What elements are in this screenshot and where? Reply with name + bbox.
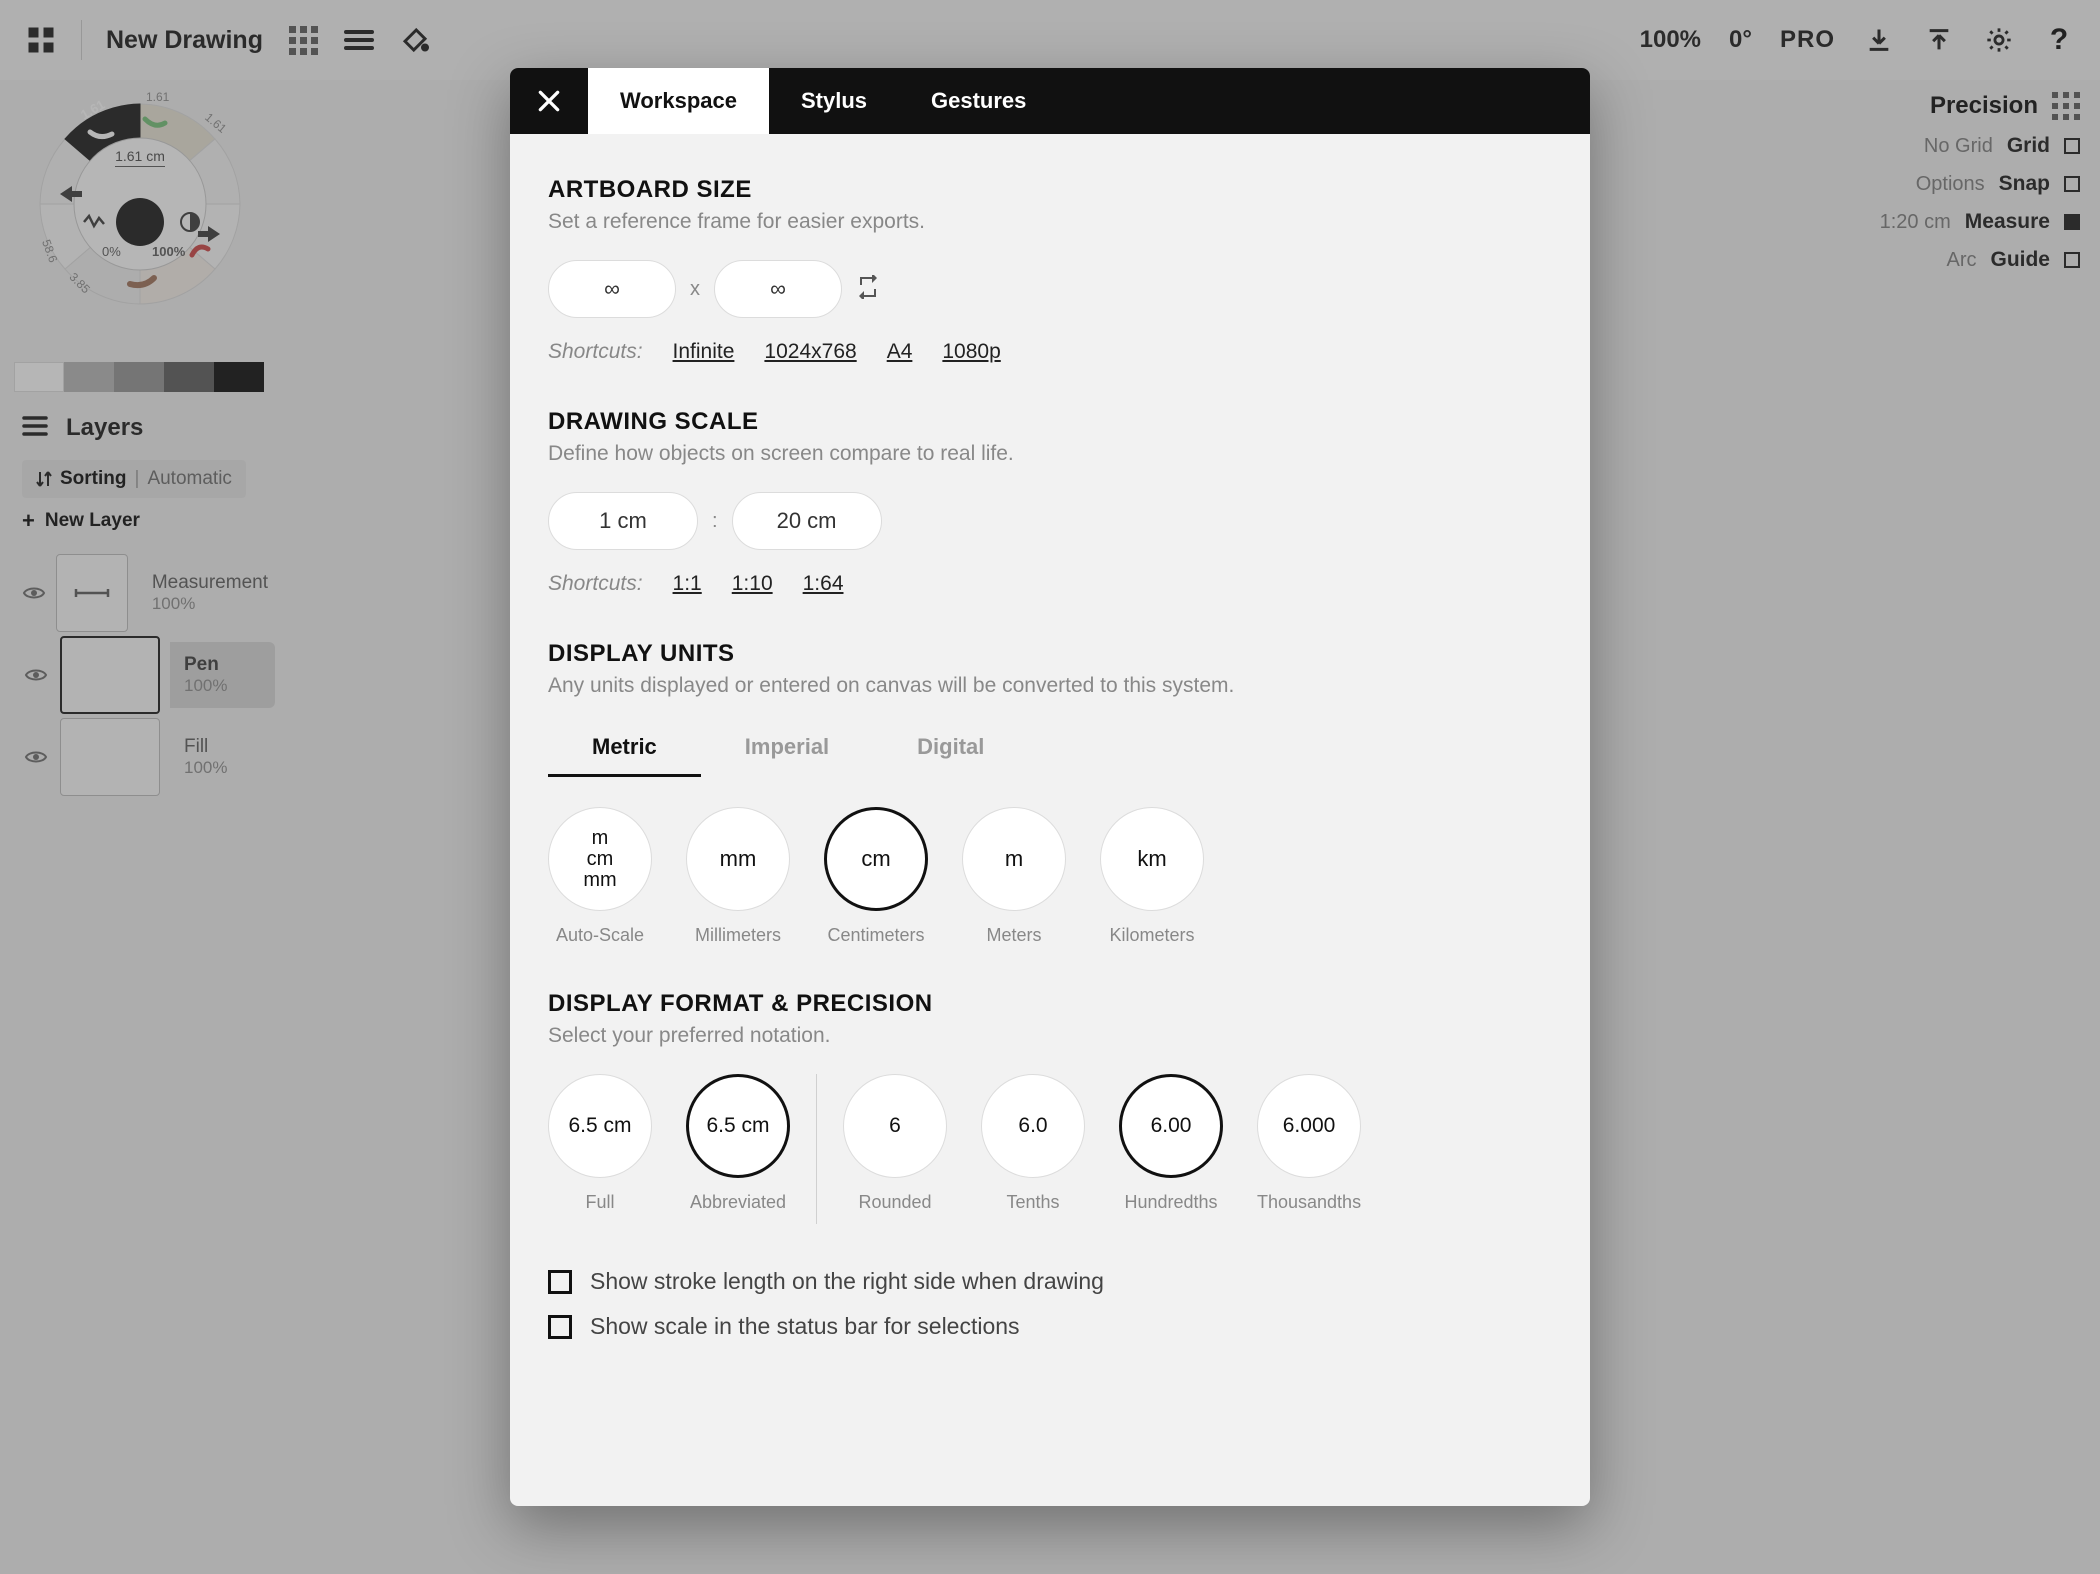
section-description: Any units displayed or entered on canvas… [548,674,1552,698]
shortcut-1080p[interactable]: 1080p [942,340,1000,364]
shortcuts-label: Shortcuts: [548,340,643,364]
section-display-units: DISPLAY UNITS Any units displayed or ent… [548,640,1552,946]
shortcut-1-1[interactable]: 1:1 [673,572,702,596]
section-heading: DISPLAY UNITS [548,640,1552,668]
scale-right-input[interactable]: 20 cm [732,492,882,550]
tab-gestures[interactable]: Gestures [899,68,1058,134]
settings-modal: Workspace Stylus Gestures ARTBOARD SIZE … [510,68,1590,1506]
unit-option-mm[interactable]: mm [686,807,790,911]
shortcut-1-10[interactable]: 1:10 [732,572,773,596]
unit-option-m[interactable]: m [962,807,1066,911]
checkbox-scale-status[interactable]: Show scale in the status bar for selecti… [548,1313,1552,1340]
precision-tenths[interactable]: 6.0 [981,1074,1085,1178]
section-description: Set a reference frame for easier exports… [548,210,1552,234]
close-button[interactable] [510,68,588,134]
precision-thousandths[interactable]: 6.000 [1257,1074,1361,1178]
unit-option-km[interactable]: km [1100,807,1204,911]
shortcut-1024x768[interactable]: 1024x768 [764,340,856,364]
checkbox-icon [548,1270,572,1294]
section-drawing-scale: DRAWING SCALE Define how objects on scre… [548,408,1552,596]
checkbox-stroke-length[interactable]: Show stroke length on the right side whe… [548,1268,1552,1295]
shortcut-1-64[interactable]: 1:64 [803,572,844,596]
units-tab-imperial[interactable]: Imperial [701,724,873,777]
units-tab-digital[interactable]: Digital [873,724,1028,777]
swap-orientation-icon[interactable] [856,275,880,304]
artboard-width-input[interactable]: ∞ [548,260,676,318]
section-description: Select your preferred notation. [548,1024,1552,1048]
format-abbreviated[interactable]: 6.5 cm [686,1074,790,1178]
ratio-separator: : [712,510,718,533]
artboard-height-input[interactable]: ∞ [714,260,842,318]
section-heading: DRAWING SCALE [548,408,1552,436]
section-description: Define how objects on screen compare to … [548,442,1552,466]
tab-stylus[interactable]: Stylus [769,68,899,134]
shortcut-infinite[interactable]: Infinite [673,340,735,364]
scale-left-input[interactable]: 1 cm [548,492,698,550]
unit-option-auto-scale[interactable]: m cm mm [548,807,652,911]
precision-rounded[interactable]: 6 [843,1074,947,1178]
section-heading: DISPLAY FORMAT & PRECISION [548,990,1552,1018]
dimensions-separator: x [690,278,700,301]
modal-tabs: Workspace Stylus Gestures [510,68,1590,134]
shortcuts-label: Shortcuts: [548,572,643,596]
units-tab-metric[interactable]: Metric [548,724,701,777]
format-full[interactable]: 6.5 cm [548,1074,652,1178]
section-display-format: DISPLAY FORMAT & PRECISION Select your p… [548,990,1552,1224]
section-heading: ARTBOARD SIZE [548,176,1552,204]
tab-workspace[interactable]: Workspace [588,68,769,134]
shortcut-a4[interactable]: A4 [887,340,913,364]
precision-hundredths[interactable]: 6.00 [1119,1074,1223,1178]
checkbox-icon [548,1315,572,1339]
unit-option-cm[interactable]: cm [824,807,928,911]
section-artboard-size: ARTBOARD SIZE Set a reference frame for … [548,176,1552,364]
